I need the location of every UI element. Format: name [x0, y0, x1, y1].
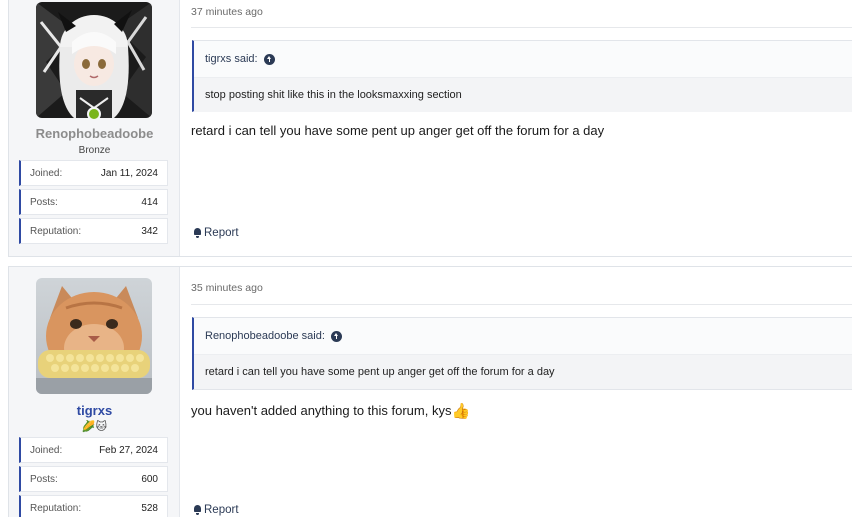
post-message-text: you haven't added anything to this forum…: [191, 403, 452, 418]
quote-block: tigrxs said: stop posting shit like this…: [192, 40, 852, 112]
corn-cat-emoji-icons: 🌽🐱: [81, 421, 108, 433]
arrow-up-icon[interactable]: [263, 53, 275, 65]
report-label: Report: [204, 504, 239, 516]
stat-label: Posts:: [30, 473, 58, 485]
online-status-indicator: [87, 107, 101, 121]
avatar[interactable]: [36, 278, 152, 394]
divider: [191, 27, 852, 28]
stat-label: Joined:: [30, 167, 63, 179]
bell-icon: [193, 505, 202, 515]
stat-value: 342: [141, 225, 158, 237]
username[interactable]: Renophobeadoobe: [9, 126, 180, 141]
stat-value: 414: [141, 196, 158, 208]
stat-value: Jan 11, 2024: [100, 167, 158, 179]
post-content: 35 minutes ago Renophobeadoobe said: ret…: [180, 267, 852, 517]
stat-label: Reputation:: [30, 502, 82, 514]
post: tigrxs 🌽🐱 Joined: Feb 27, 2024 Posts: 60…: [8, 266, 852, 517]
stat-joined: Joined: Feb 27, 2024: [19, 437, 168, 463]
stat-reputation: Reputation: 528: [19, 495, 168, 517]
user-title: Bronze: [78, 145, 111, 156]
quote-text: stop posting shit like this in the looks…: [194, 77, 852, 112]
bell-icon: [193, 228, 202, 238]
anime-girl-avatar-image: [36, 2, 152, 118]
divider: [191, 304, 852, 305]
post-timestamp[interactable]: 35 minutes ago: [191, 282, 263, 294]
user-stats: Joined: Feb 27, 2024 Posts: 600 Reputati…: [19, 437, 168, 517]
post-message: you haven't added anything to this forum…: [191, 402, 470, 420]
report-label: Report: [204, 227, 239, 239]
report-button[interactable]: Report: [193, 227, 239, 239]
stat-value: 600: [141, 473, 158, 485]
post: Renophobeadoobe Bronze Joined: Jan 11, 2…: [8, 0, 852, 257]
stat-joined: Joined: Jan 11, 2024: [19, 160, 168, 186]
stat-posts: Posts: 600: [19, 466, 168, 492]
report-button[interactable]: Report: [193, 504, 239, 516]
arrow-up-icon[interactable]: [330, 330, 342, 342]
cat-eating-corn-avatar-image: [36, 278, 152, 394]
stat-value: 528: [141, 502, 158, 514]
user-info-panel: tigrxs 🌽🐱 Joined: Feb 27, 2024 Posts: 60…: [9, 267, 180, 517]
post-timestamp[interactable]: 37 minutes ago: [191, 6, 263, 18]
stat-label: Posts:: [30, 196, 58, 208]
quote-author[interactable]: Renophobeadoobe said:: [205, 330, 325, 342]
stat-value: Feb 27, 2024: [99, 444, 158, 456]
post-content: 37 minutes ago tigrxs said: stop posting…: [180, 0, 852, 256]
user-info-panel: Renophobeadoobe Bronze Joined: Jan 11, 2…: [9, 0, 180, 256]
username[interactable]: tigrxs: [9, 403, 180, 418]
stat-reputation: Reputation: 342: [19, 218, 168, 244]
quote-header[interactable]: Renophobeadoobe said:: [194, 318, 852, 354]
stat-label: Joined:: [30, 444, 63, 456]
quote-author[interactable]: tigrxs said:: [205, 53, 258, 65]
thumbs-up-icon: 👍: [451, 403, 471, 420]
user-title-emojis: 🌽🐱: [9, 420, 180, 433]
quote-header[interactable]: tigrxs said:: [194, 41, 852, 77]
post-message: retard i can tell you have some pent up …: [191, 123, 605, 138]
quote-text: retard i can tell you have some pent up …: [194, 354, 852, 389]
stat-label: Reputation:: [30, 225, 82, 237]
user-stats: Joined: Jan 11, 2024 Posts: 414 Reputati…: [19, 160, 168, 247]
stat-posts: Posts: 414: [19, 189, 168, 215]
quote-block: Renophobeadoobe said: retard i can tell …: [192, 317, 852, 390]
avatar[interactable]: [36, 2, 152, 118]
